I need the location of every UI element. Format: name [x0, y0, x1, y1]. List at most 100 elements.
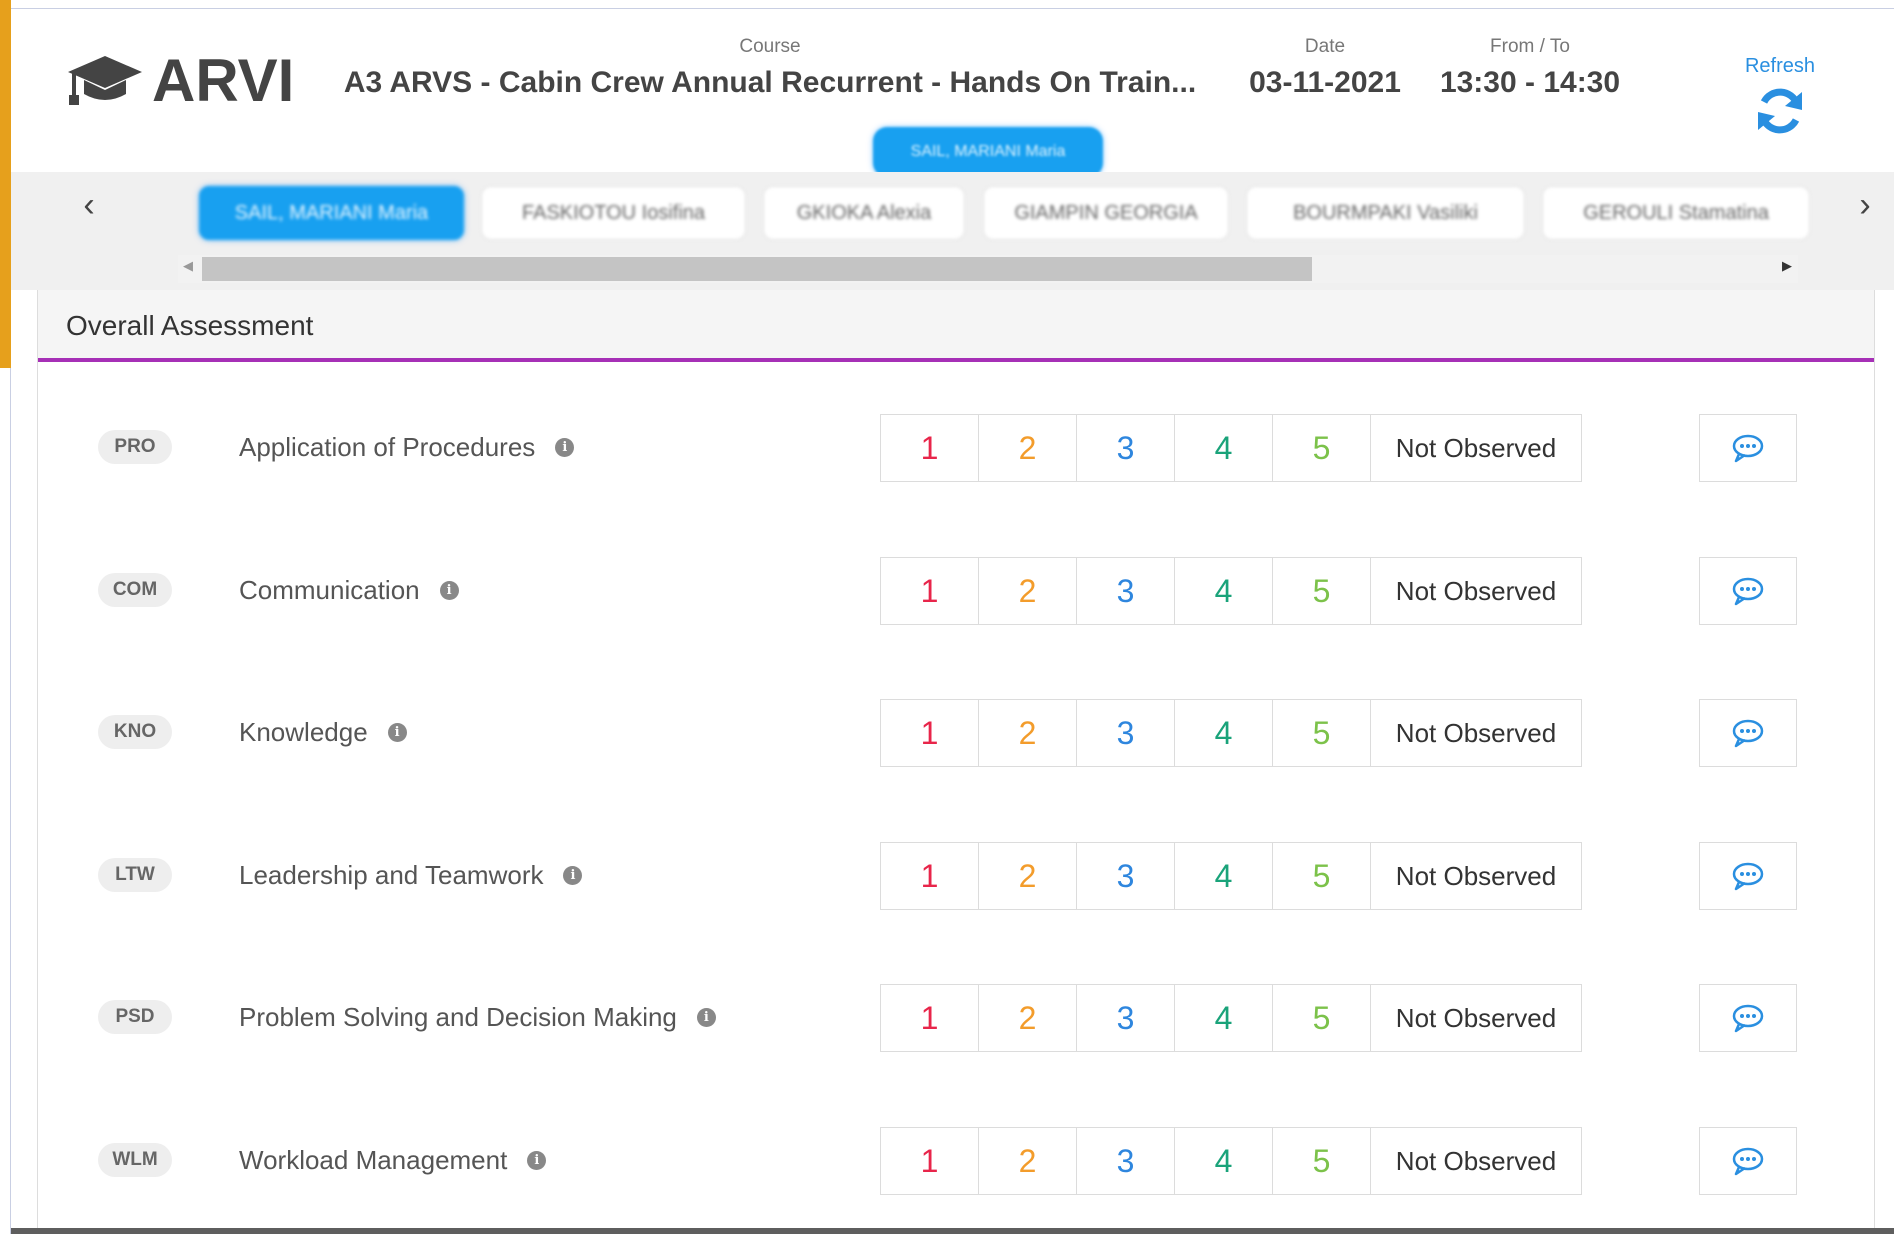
refresh-icon [1758, 88, 1802, 134]
score-option-2[interactable]: 2 [979, 558, 1077, 624]
score-option-3[interactable]: 3 [1077, 558, 1175, 624]
score-option-1[interactable]: 1 [881, 843, 979, 909]
trainee-tab[interactable]: BOURMPAKI Vasiliki [1246, 186, 1525, 240]
score-option-4[interactable]: 4 [1175, 1128, 1273, 1194]
score-option-1[interactable]: 1 [881, 1128, 979, 1194]
criterion-row: KNO Knowledge i 1 2 3 4 5 Not Observed [38, 699, 1874, 799]
criterion-label: Leadership and Teamwork [239, 860, 544, 890]
assessment-panel: Overall Assessment PRO Application of Pro… [37, 290, 1875, 1234]
comment-icon [1732, 434, 1764, 463]
score-option-5[interactable]: 5 [1273, 558, 1371, 624]
course-label: Course [739, 36, 801, 57]
not-observed-option[interactable]: Not Observed [1371, 700, 1581, 766]
horizontal-scrollbar[interactable]: ◀ ▶ [178, 255, 1798, 283]
date-label: Date [1304, 36, 1346, 57]
scroll-right-icon[interactable]: ▶ [1782, 258, 1792, 274]
info-icon[interactable]: i [555, 438, 575, 457]
info-icon[interactable]: i [696, 1008, 716, 1027]
score-option-2[interactable]: 2 [979, 415, 1077, 481]
date-field: Date 03-11-2021 [1240, 36, 1410, 100]
score-option-3[interactable]: 3 [1077, 985, 1175, 1051]
criterion-label-wrap: Communication i [239, 575, 459, 606]
score-option-4[interactable]: 4 [1175, 843, 1273, 909]
score-option-1[interactable]: 1 [881, 985, 979, 1051]
criterion-row: LTW Leadership and Teamwork i 1 2 3 4 5 Not Obse… [38, 842, 1874, 942]
left-accent-bar [0, 0, 11, 368]
score-selector: 1 2 3 4 5 Not Observed [880, 557, 1582, 625]
chevron-left-icon[interactable]: ‹ [74, 186, 104, 225]
comment-button[interactable] [1699, 557, 1797, 625]
score-option-5[interactable]: 5 [1273, 985, 1371, 1051]
score-option-2[interactable]: 2 [979, 700, 1077, 766]
criterion-code-badge: KNO [98, 715, 172, 749]
info-icon[interactable]: i [527, 1151, 547, 1170]
score-option-4[interactable]: 4 [1175, 558, 1273, 624]
info-icon[interactable]: i [439, 581, 459, 600]
comment-button[interactable] [1699, 984, 1797, 1052]
trainee-tab[interactable]: GEROULI Stamatina [1542, 186, 1810, 240]
comment-icon [1732, 862, 1764, 891]
score-selector: 1 2 3 4 5 Not Observed [880, 414, 1582, 482]
panel-title: Overall Assessment [66, 310, 314, 341]
score-option-5[interactable]: 5 [1273, 843, 1371, 909]
score-option-1[interactable]: 1 [881, 558, 979, 624]
score-option-2[interactable]: 2 [979, 843, 1077, 909]
criterion-code-badge: WLM [98, 1143, 172, 1177]
not-observed-option[interactable]: Not Observed [1371, 558, 1581, 624]
criterion-code-badge: LTW [98, 858, 172, 892]
criterion-label: Communication [239, 575, 420, 605]
criterion-row: WLM Workload Management i 1 2 3 4 5 Not Observed [38, 1127, 1874, 1227]
scrollbar-thumb[interactable] [202, 257, 1312, 281]
score-option-1[interactable]: 1 [881, 415, 979, 481]
criterion-code-badge: PRO [98, 430, 172, 464]
score-option-3[interactable]: 3 [1077, 843, 1175, 909]
time-label: From / To [1490, 36, 1570, 57]
criterion-label: Workload Management [239, 1145, 508, 1175]
score-option-4[interactable]: 4 [1175, 700, 1273, 766]
score-option-5[interactable]: 5 [1273, 1128, 1371, 1194]
comment-icon [1732, 1004, 1764, 1033]
criterion-row: PSD Problem Solving and Decision Making i 1… [38, 984, 1874, 1084]
chevron-right-icon[interactable]: › [1850, 186, 1880, 225]
criterion-label: Knowledge [239, 717, 368, 747]
score-selector: 1 2 3 4 5 Not Observed [880, 1127, 1582, 1195]
score-option-2[interactable]: 2 [979, 1128, 1077, 1194]
score-option-4[interactable]: 4 [1175, 985, 1273, 1051]
trainee-tab[interactable]: GIAMPIN GEORGIA [983, 186, 1229, 240]
refresh-button[interactable]: Refresh [1715, 55, 1845, 138]
comment-button[interactable] [1699, 1127, 1797, 1195]
time-value: 13:30 - 14:30 [1439, 66, 1621, 99]
score-option-3[interactable]: 3 [1077, 1128, 1175, 1194]
score-option-4[interactable]: 4 [1175, 415, 1273, 481]
score-option-3[interactable]: 3 [1077, 415, 1175, 481]
not-observed-option[interactable]: Not Observed [1371, 985, 1581, 1051]
trainee-tab[interactable]: SAIL, MARIANI Maria [199, 186, 464, 240]
criterion-label-wrap: Leadership and Teamwork i [239, 860, 583, 891]
score-option-2[interactable]: 2 [979, 985, 1077, 1051]
comment-button[interactable] [1699, 699, 1797, 767]
app-logo: ARVI [66, 46, 294, 115]
score-option-5[interactable]: 5 [1273, 700, 1371, 766]
trainee-tab[interactable]: GKIOKA Alexia [763, 186, 965, 240]
scroll-left-icon[interactable]: ◀ [183, 258, 193, 274]
score-option-3[interactable]: 3 [1077, 700, 1175, 766]
comment-icon [1732, 1147, 1764, 1176]
score-option-5[interactable]: 5 [1273, 415, 1371, 481]
score-selector: 1 2 3 4 5 Not Observed [880, 699, 1582, 767]
logo-text: ARVI [152, 47, 295, 114]
date-value: 03-11-2021 [1249, 66, 1401, 99]
not-observed-option[interactable]: Not Observed [1371, 415, 1581, 481]
criterion-label: Problem Solving and Decision Making [239, 1002, 677, 1032]
info-icon[interactable]: i [563, 866, 583, 885]
trainee-tab[interactable]: FASKIOTOU Iosifina [481, 186, 746, 240]
score-option-1[interactable]: 1 [881, 700, 979, 766]
refresh-label: Refresh [1744, 55, 1816, 77]
comment-button[interactable] [1699, 842, 1797, 910]
score-selector: 1 2 3 4 5 Not Observed [880, 984, 1582, 1052]
active-trainee-pill[interactable]: SAIL, MARIANI Maria [873, 127, 1103, 177]
info-icon[interactable]: i [387, 723, 407, 742]
criterion-label-wrap: Workload Management i [239, 1145, 547, 1176]
not-observed-option[interactable]: Not Observed [1371, 843, 1581, 909]
not-observed-option[interactable]: Not Observed [1371, 1128, 1581, 1194]
comment-button[interactable] [1699, 414, 1797, 482]
